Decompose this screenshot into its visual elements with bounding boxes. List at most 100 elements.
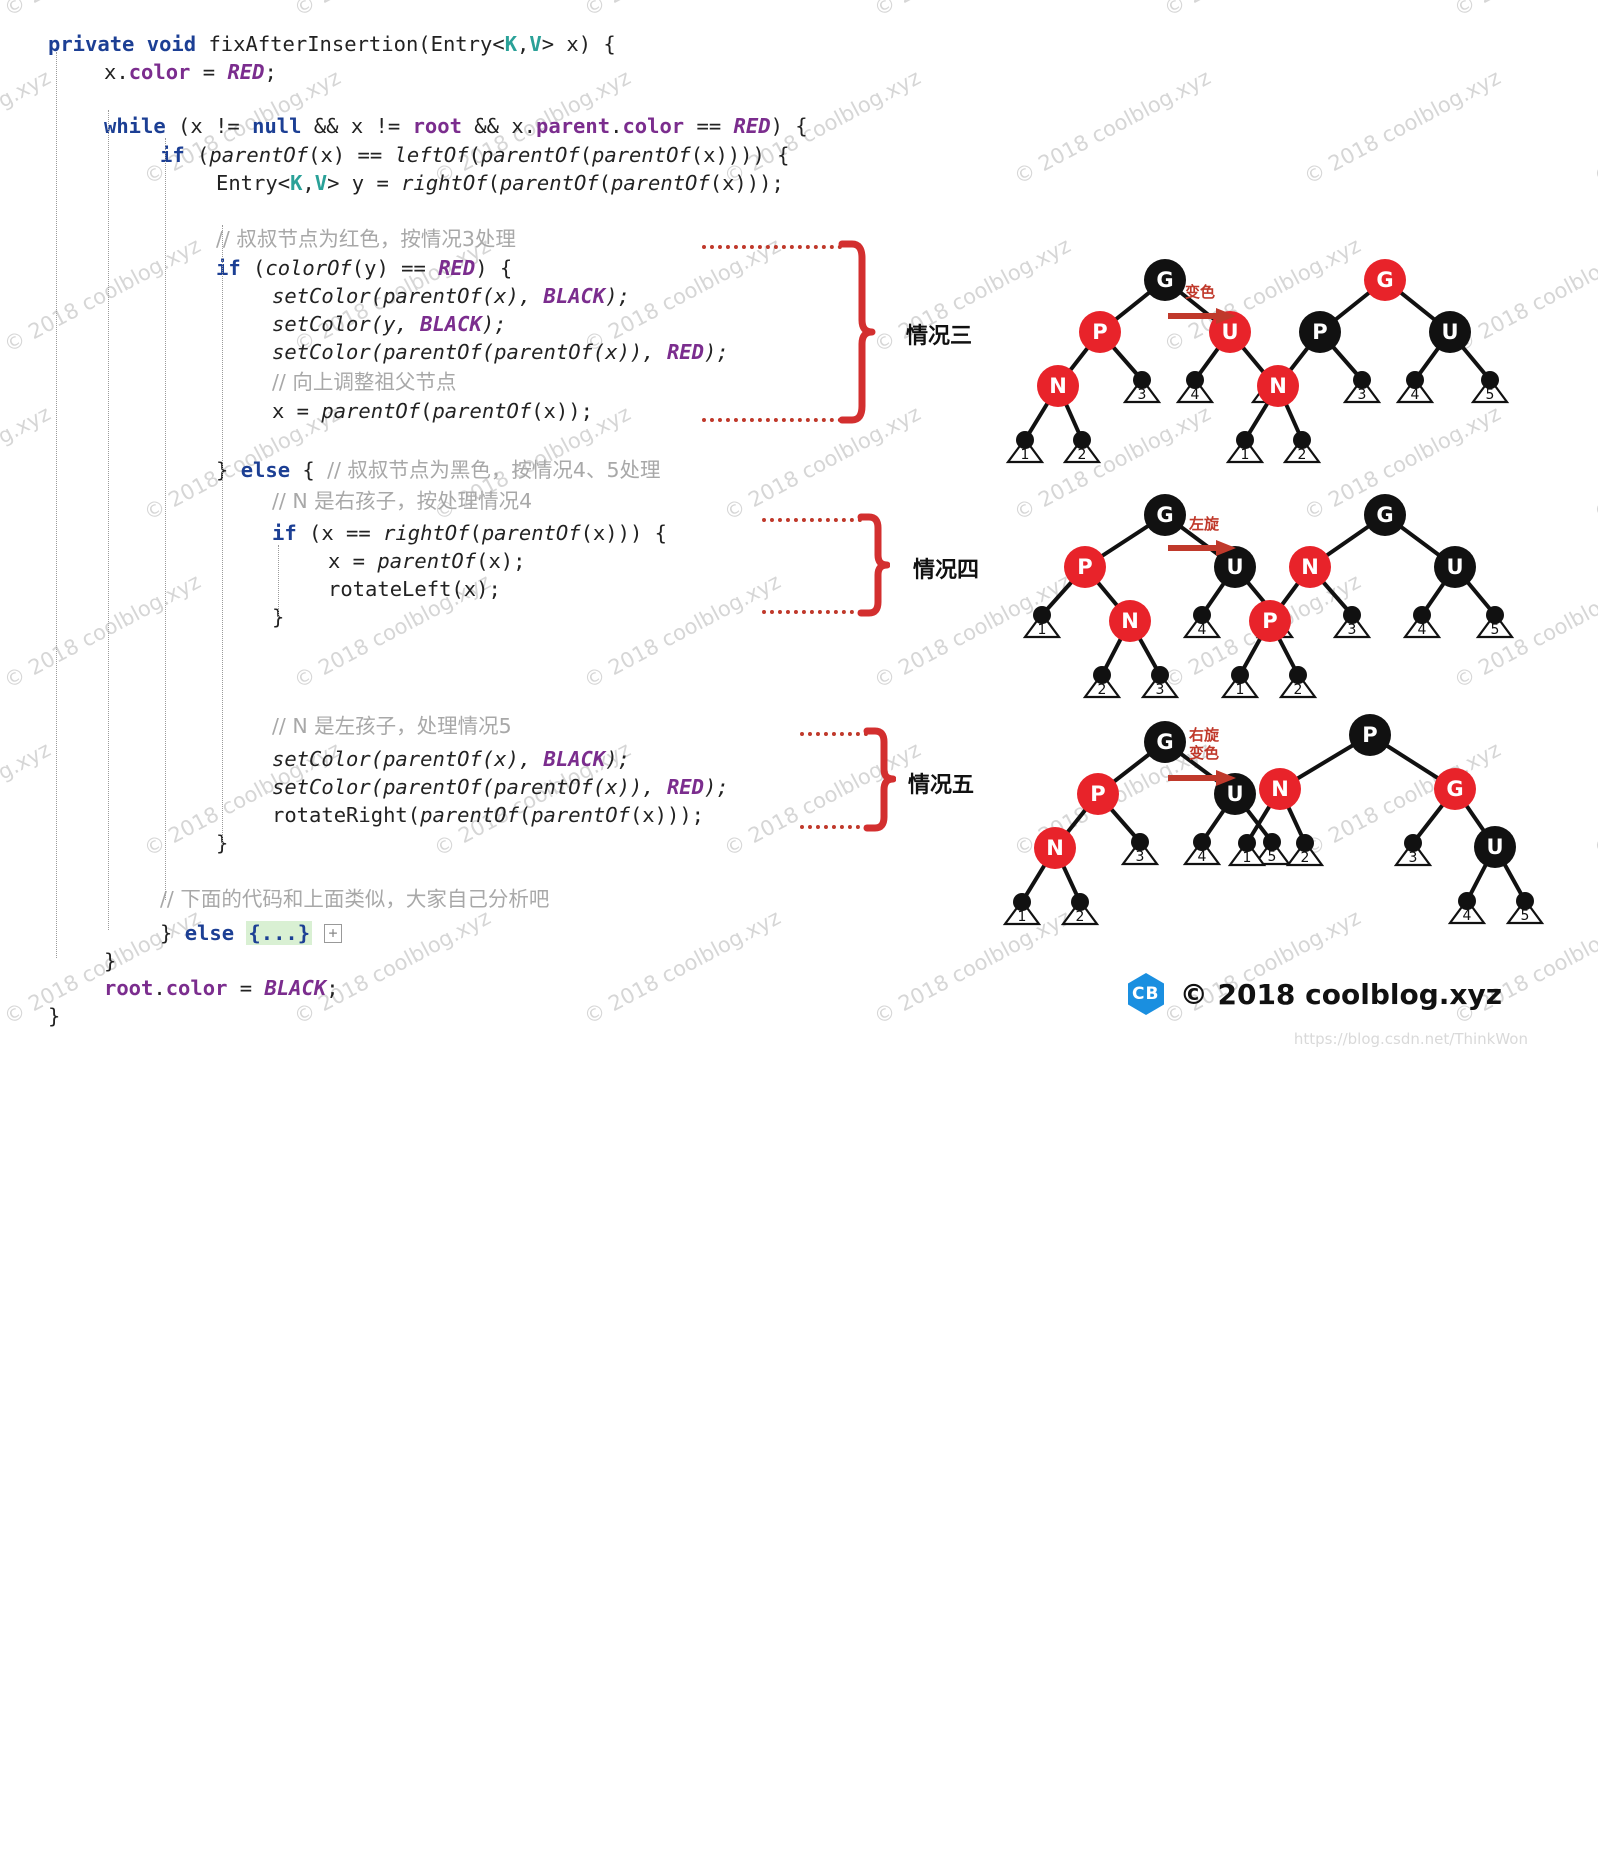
subtree-label: 1 <box>1038 622 1047 638</box>
subtree-label: 1 <box>1243 850 1252 866</box>
tree-node-G: G <box>1434 768 1476 810</box>
tree-node-G: G <box>1364 494 1406 536</box>
indent-guide-3 <box>165 138 166 900</box>
subtree-label: 2 <box>1098 682 1107 698</box>
code-line: if (colorOf(y) == RED) { <box>216 256 513 280</box>
indent-guide-1 <box>56 52 57 958</box>
brace-connector-bottom-case4 <box>762 610 862 614</box>
subtree-label: 5 <box>1491 622 1500 638</box>
code-fold-expand-icon[interactable]: + <box>324 924 342 943</box>
brace-connector-top-case4 <box>762 518 862 522</box>
transition-arrow-case4 <box>1168 540 1236 556</box>
tree-node-label: P <box>1092 320 1107 344</box>
transition-label-case3: 变色 <box>1168 283 1232 301</box>
tree-node-N: N <box>1109 600 1151 642</box>
tree-node-P: P <box>1299 311 1341 353</box>
tree-node-label: P <box>1312 320 1327 344</box>
tree-node-4: 4 <box>1402 606 1442 639</box>
watermark-text: © 2018 coolblog.xyz <box>1590 401 1598 526</box>
subtree-label: 3 <box>1138 387 1147 403</box>
transition-arrow-case5 <box>1168 770 1236 786</box>
indent-guide-4 <box>222 225 223 845</box>
tree-node-N: N <box>1259 768 1301 810</box>
tree-node-label: P <box>1090 782 1105 806</box>
watermark-text: © 2018 coolblog.xyz <box>1590 737 1598 862</box>
diagram-case3-after: G P U N 3 4 5 1 2 <box>1200 250 1540 470</box>
watermark-text: © 2018 coolblog.xyz <box>1010 65 1215 190</box>
code-comment: // N 是右孩子，按处理情况4 <box>272 489 533 513</box>
watermark-text: © 2018 coolblog.xyz <box>1300 65 1505 190</box>
tree-node-label: N <box>1301 555 1319 579</box>
tree-node-3: 3 <box>1140 666 1180 699</box>
code-line: setColor(parentOf(x), BLACK); <box>272 284 630 308</box>
tree-node-label: G <box>1376 268 1393 292</box>
code-line: } <box>48 1004 61 1028</box>
transition-op-case5: 右旋 <box>1188 726 1219 744</box>
code-comment: // 向上调整祖父节点 <box>272 370 457 394</box>
tree-node-5: 5 <box>1470 371 1510 404</box>
tree-node-label: N <box>1121 609 1139 633</box>
tree-node-label: G <box>1446 777 1463 801</box>
subtree-label: 3 <box>1156 682 1165 698</box>
brace-connector-bottom-case5 <box>800 825 868 829</box>
tree-node-2: 2 <box>1082 666 1122 699</box>
subtree-label: 5 <box>1521 908 1530 924</box>
tree-node-1: 1 <box>1005 431 1045 464</box>
tree-node-1: 1 <box>1227 834 1267 867</box>
code-line: x = parentOf(parentOf(x)); <box>272 399 593 423</box>
tree-node-3: 3 <box>1332 606 1372 639</box>
code-line: Entry<K,V> y = rightOf(parentOf(parentOf… <box>216 171 784 195</box>
case-label-3: 情况三 <box>906 324 973 349</box>
tree-node-N: N <box>1289 546 1331 588</box>
code-line: if (parentOf(x) == leftOf(parentOf(paren… <box>160 143 790 167</box>
code-comment: // 叔叔节点为红色，按情况3处理 <box>216 227 516 251</box>
code-block: private void fixAfterInsertion(Entry<K,V… <box>0 0 960 1058</box>
code-line: x = parentOf(x); <box>328 549 526 573</box>
code-line: while (x != null && x != root && x.paren… <box>104 114 808 138</box>
brace-connector-top-case5 <box>800 732 868 736</box>
subtree-label: 3 <box>1358 387 1367 403</box>
tree-node-3: 3 <box>1122 371 1162 404</box>
case-label-4: 情况四 <box>913 558 980 583</box>
logo-text: CB <box>1132 984 1160 1004</box>
tree-node-2: 2 <box>1285 834 1325 867</box>
transition-arrow-case3 <box>1168 308 1236 324</box>
tree-node-4: 4 <box>1447 892 1487 925</box>
tree-node-label: U <box>1441 320 1458 344</box>
tree-node-label: P <box>1262 609 1277 633</box>
tree-node-1: 1 <box>1022 606 1062 639</box>
tree-node-label: U <box>1486 835 1503 859</box>
tree-node-N: N <box>1037 365 1079 407</box>
code-line: } else { // 叔叔节点为黑色，按情况4、5处理 <box>216 458 661 482</box>
code-line: root.color = BLACK; <box>104 976 339 1000</box>
tree-node-G: G <box>1364 259 1406 301</box>
tree-node-label: P <box>1077 555 1092 579</box>
code-comment: // N 是左孩子，处理情况5 <box>272 714 512 738</box>
code-fold-placeholder[interactable]: {...} <box>246 921 313 945</box>
tree-node-P: P <box>1249 600 1291 642</box>
diagram-case5-after: P N G 1 2 3 U 4 5 <box>1205 705 1545 935</box>
subtree-label: 4 <box>1418 622 1427 638</box>
tree-node-1: 1 <box>1220 666 1260 699</box>
subtree-label: 2 <box>1298 447 1307 463</box>
subtree-label: 2 <box>1078 447 1087 463</box>
code-line: } <box>104 949 117 973</box>
brace-case5 <box>862 727 897 836</box>
copyright-text: © 2018 coolblog.xyz <box>1179 977 1502 1011</box>
watermark-text: © 2018 coolblog.xyz <box>1450 0 1598 21</box>
tree-node-U: U <box>1434 546 1476 588</box>
code-line: setColor(parentOf(parentOf(x)), RED); <box>272 775 729 799</box>
indent-guide-2 <box>108 110 109 930</box>
footer-branding: CB © 2018 coolblog.xyz <box>1126 972 1502 1016</box>
code-line: x.color = RED; <box>104 60 277 84</box>
subtree-label: 2 <box>1076 909 1085 925</box>
transition-label-case4: 左旋 <box>1172 515 1236 533</box>
subtree-label: 3 <box>1409 850 1418 866</box>
subtree-label: 1 <box>1241 447 1250 463</box>
code-line: setColor(y, BLACK); <box>272 312 507 336</box>
code-line: setColor(parentOf(parentOf(x)), RED); <box>272 340 729 364</box>
tree-node-1: 1 <box>1225 431 1265 464</box>
brace-connector-bottom-case3 <box>702 418 842 422</box>
tree-node-P: P <box>1079 311 1121 353</box>
code-line: if (x == rightOf(parentOf(x))) { <box>272 521 667 545</box>
